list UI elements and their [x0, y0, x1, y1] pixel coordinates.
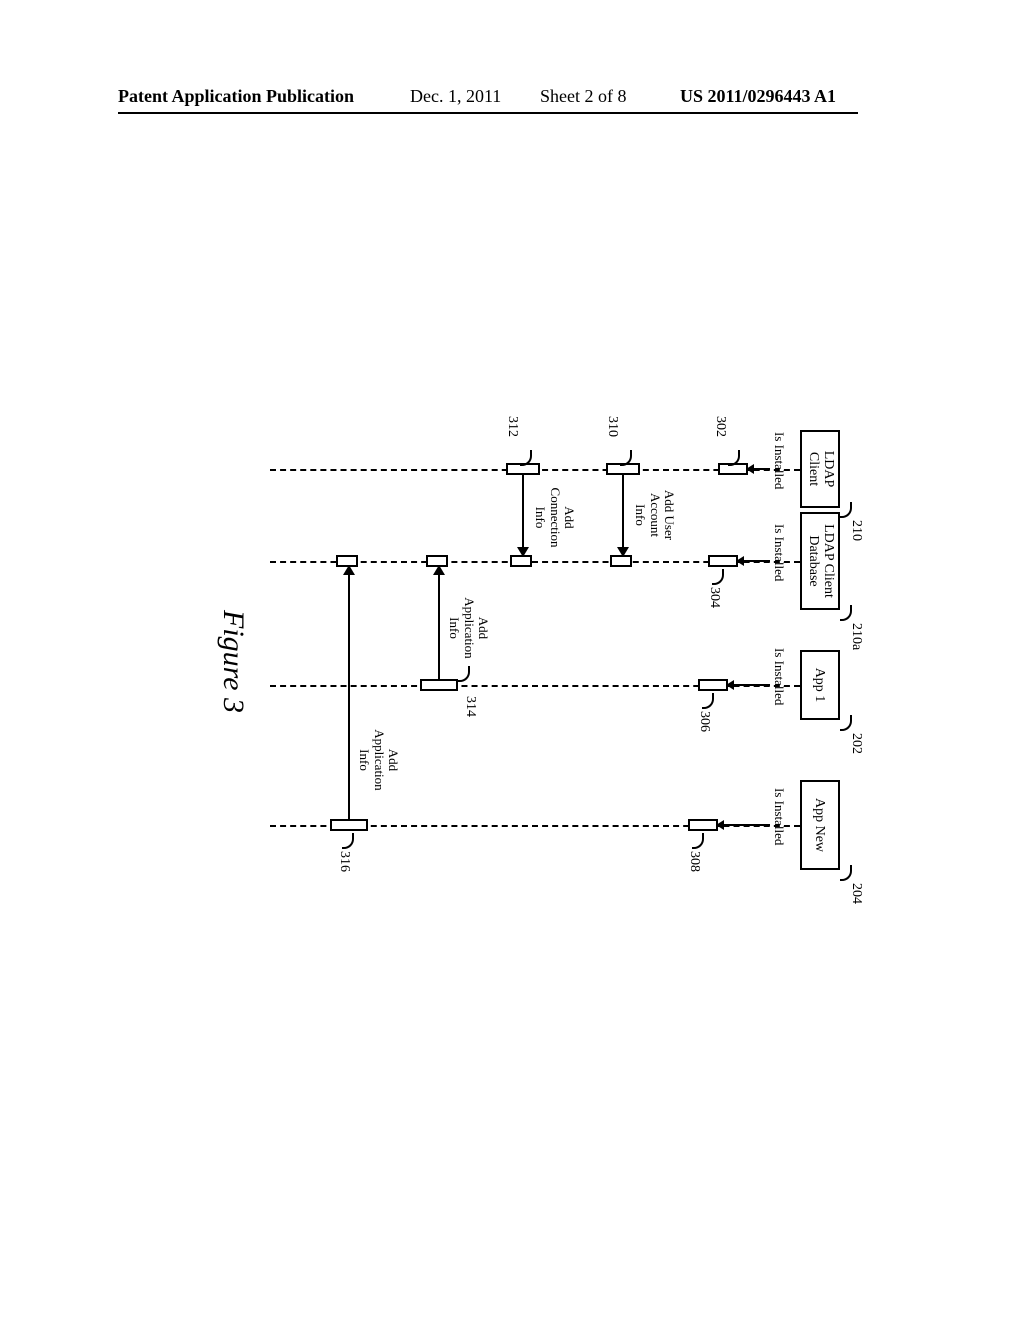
sequence-diagram: LDAP Client 210 LDAP Client Database 210… — [190, 430, 840, 900]
msg-310-line — [622, 475, 624, 555]
callout-304 — [712, 569, 724, 585]
msg-install-ldap: Is Installed — [772, 432, 786, 489]
msg-install-appnew: Is Installed — [772, 788, 786, 845]
callout-204 — [840, 865, 852, 881]
ref-304: 304 — [706, 587, 722, 608]
callout-210 — [840, 502, 852, 518]
publication-number: US 2011/0296443 A1 — [680, 86, 836, 107]
msg-install-db: Is Installed — [772, 524, 786, 581]
header-rule — [118, 112, 858, 114]
msg-312-line — [522, 475, 524, 555]
callout-306 — [702, 693, 714, 709]
callout-314 — [458, 666, 470, 682]
ref-210a: 210a — [848, 623, 864, 650]
ref-306: 306 — [696, 711, 712, 732]
activation-db-312 — [510, 555, 532, 567]
activation-db-314 — [426, 555, 448, 567]
msg-add-appnew: Add Application Info — [357, 720, 400, 800]
arrow-install-appnew — [718, 824, 770, 826]
msg-add-conn: Add Connection Info — [533, 480, 576, 555]
msg-add-app1: Add Application Info — [447, 588, 490, 668]
lifeline-ldap-db: LDAP Client Database — [800, 512, 840, 610]
ref-202: 202 — [848, 733, 864, 754]
activation-316 — [330, 819, 368, 831]
activation-304 — [708, 555, 738, 567]
page: Patent Application Publication Dec. 1, 2… — [0, 0, 1024, 1320]
lifeline-app-new: App New — [800, 780, 840, 870]
lifeline-ldap-client: LDAP Client — [800, 430, 840, 508]
ref-302: 302 — [712, 416, 728, 437]
figure-caption: Figure 3 — [216, 610, 250, 713]
msg-add-user: Add User Account Info — [633, 480, 676, 550]
activation-306 — [698, 679, 728, 691]
callout-308 — [692, 833, 704, 849]
ref-314: 314 — [462, 696, 478, 717]
activation-308 — [688, 819, 718, 831]
ref-312: 312 — [504, 416, 520, 437]
msg-install-app1: Is Installed — [772, 648, 786, 705]
callout-316 — [342, 833, 354, 849]
callout-202 — [840, 715, 852, 731]
publication-label: Patent Application Publication — [118, 86, 354, 107]
ref-204: 204 — [848, 883, 864, 904]
ref-316: 316 — [336, 851, 352, 872]
sheet-number: Sheet 2 of 8 — [540, 86, 626, 107]
ref-210: 210 — [848, 520, 864, 541]
activation-db-316 — [336, 555, 358, 567]
publication-date: Dec. 1, 2011 — [410, 86, 501, 107]
activation-314 — [420, 679, 458, 691]
msg-316-line — [348, 567, 350, 819]
callout-210a — [840, 605, 852, 621]
arrow-install-app1 — [728, 684, 770, 686]
arrow-install-db — [738, 560, 770, 562]
msg-314-line — [438, 567, 440, 679]
ref-308: 308 — [686, 851, 702, 872]
activation-db-310 — [610, 555, 632, 567]
lifeline-app1: App 1 — [800, 650, 840, 720]
arrow-install-ldap — [748, 468, 770, 470]
ref-310: 310 — [604, 416, 620, 437]
